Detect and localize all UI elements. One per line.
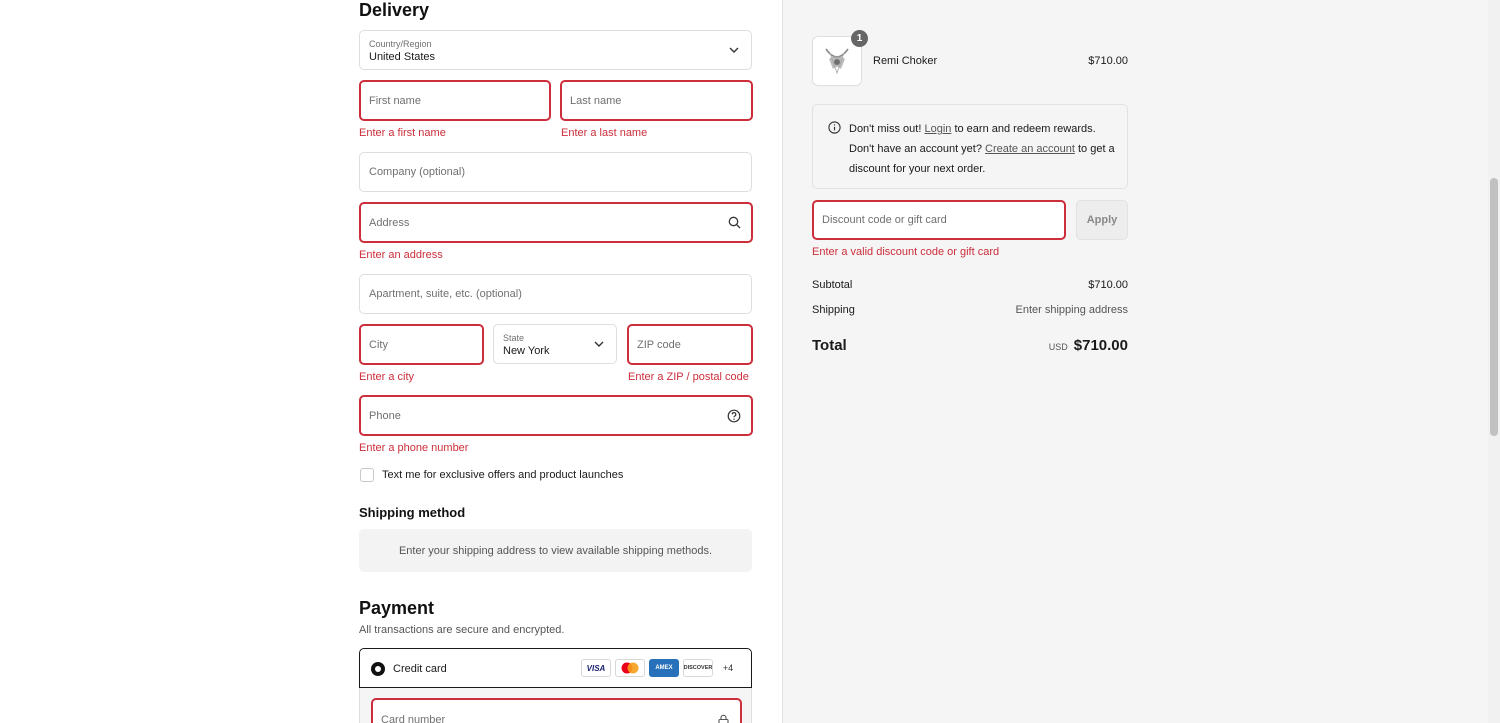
product-price: $710.00 — [1088, 55, 1128, 67]
discount-error: Enter a valid discount code or gift card — [812, 246, 1000, 258]
apartment-field[interactable]: Apartment, suite, etc. (optional) — [359, 274, 752, 314]
amex-card-icon: AMEX — [649, 659, 679, 677]
search-icon[interactable] — [727, 216, 741, 230]
quantity-badge: 1 — [851, 30, 868, 47]
zip-placeholder: ZIP code — [637, 338, 681, 351]
subtotal-value: $710.00 — [1088, 279, 1128, 291]
more-cards-count: +4 — [717, 659, 739, 677]
apartment-placeholder: Apartment, suite, etc. (optional) — [369, 288, 522, 300]
product-name: Remi Choker — [873, 55, 938, 67]
rewards-text: Don't miss out! Login to earn and redeem… — [849, 119, 1119, 179]
address-field[interactable]: Address — [359, 202, 753, 243]
total-label: Total — [812, 337, 847, 354]
shipping-label: Shipping — [812, 304, 855, 316]
country-label: Country/Region — [369, 39, 432, 49]
shipping-row: Shipping Enter shipping address — [812, 304, 1128, 316]
scrollbar-thumb[interactable] — [1490, 178, 1498, 436]
last-name-field[interactable]: Last name — [560, 80, 753, 121]
shipping-method-heading: Shipping method — [359, 505, 466, 520]
payment-subtext: All transactions are secure and encrypte… — [359, 624, 565, 636]
total-amount: $710.00 — [1073, 337, 1128, 354]
discover-card-icon: DISCOVER — [683, 659, 713, 677]
phone-placeholder: Phone — [369, 409, 401, 422]
credit-card-panel: Card number — [359, 688, 752, 723]
last-name-error: Enter a last name — [561, 127, 648, 139]
company-placeholder: Company (optional) — [369, 166, 465, 178]
create-account-link[interactable]: Create an account — [985, 143, 1075, 155]
city-placeholder: City — [369, 338, 388, 351]
zip-field[interactable]: ZIP code — [627, 324, 753, 365]
info-icon — [828, 121, 841, 139]
chevron-down-icon — [592, 337, 606, 351]
login-link[interactable]: Login — [924, 123, 951, 135]
address-error: Enter an address — [359, 249, 443, 261]
first-name-field[interactable]: First name — [359, 80, 551, 121]
payment-heading: Payment — [359, 598, 435, 618]
state-label: State — [503, 333, 525, 343]
city-error: Enter a city — [359, 371, 415, 383]
mastercard-icon — [615, 659, 645, 677]
state-value: New York — [503, 345, 550, 357]
phone-field[interactable]: Phone — [359, 395, 753, 436]
shipping-value: Enter shipping address — [1015, 304, 1128, 316]
first-name-placeholder: First name — [369, 94, 421, 107]
card-number-field[interactable]: Card number — [371, 698, 742, 723]
sms-optin-checkbox[interactable] — [360, 468, 374, 482]
sms-optin-label: Text me for exclusive offers and product… — [382, 469, 624, 481]
shipping-method-notice: Enter your shipping address to view avai… — [359, 529, 752, 572]
phone-error: Enter a phone number — [359, 442, 469, 454]
rewards-prefix: Don't miss out! — [849, 123, 925, 135]
address-placeholder: Address — [369, 216, 410, 229]
country-select[interactable]: Country/Region United States — [359, 30, 752, 70]
country-value: United States — [369, 51, 436, 63]
visa-card-icon: VISA — [581, 659, 611, 677]
help-circle-icon[interactable] — [727, 409, 741, 423]
card-number-placeholder: Card number — [381, 714, 446, 723]
chevron-down-icon — [727, 43, 741, 57]
last-name-placeholder: Last name — [570, 94, 622, 107]
discount-code-input[interactable]: Discount code or gift card — [812, 200, 1066, 240]
credit-card-option[interactable]: Credit card VISA AMEX DISCOVER +4 — [359, 648, 752, 688]
card-logos: VISA AMEX DISCOVER +4 — [581, 659, 739, 677]
state-select[interactable]: State New York — [493, 324, 617, 364]
apply-discount-button[interactable]: Apply — [1076, 200, 1128, 240]
subtotal-row: Subtotal $710.00 — [812, 279, 1128, 291]
credit-card-label: Credit card — [393, 663, 447, 675]
city-field[interactable]: City — [359, 324, 484, 365]
discount-placeholder: Discount code or gift card — [822, 214, 947, 226]
total-amount-group: USD $710.00 — [1049, 337, 1128, 354]
page-scrollbar[interactable] — [1488, 0, 1500, 723]
company-field[interactable]: Company (optional) — [359, 152, 752, 192]
zip-error: Enter a ZIP / postal code — [628, 371, 749, 383]
total-row: Total USD $710.00 — [812, 337, 1128, 354]
credit-card-radio[interactable] — [371, 662, 385, 676]
currency-code: USD — [1048, 342, 1068, 352]
delivery-heading: Delivery — [359, 0, 430, 20]
lock-icon — [716, 713, 730, 723]
rewards-notice: Don't miss out! Login to earn and redeem… — [812, 104, 1128, 189]
first-name-error: Enter a first name — [359, 127, 446, 139]
subtotal-label: Subtotal — [812, 279, 853, 291]
